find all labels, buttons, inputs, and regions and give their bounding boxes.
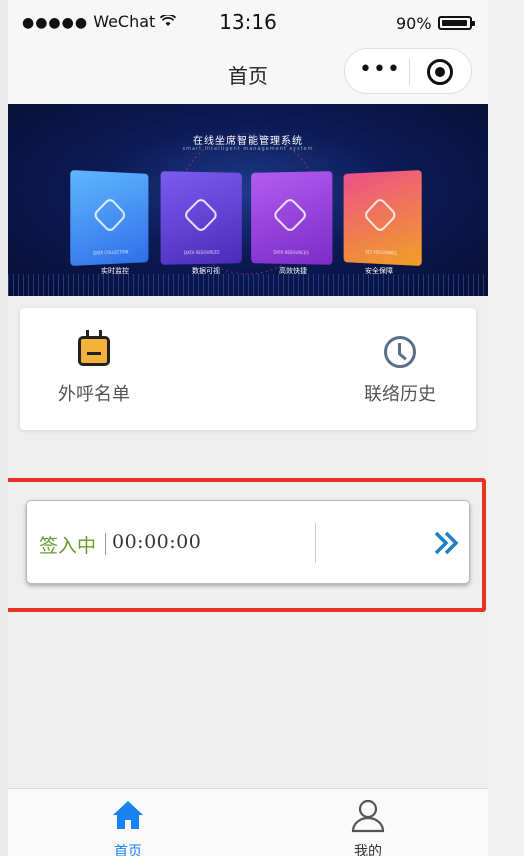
banner-image: 在线坐席智能管理系统 smart intelligent management …	[8, 104, 488, 296]
double-chevron-right-icon[interactable]	[433, 529, 461, 557]
panel-caption: DATA RESOURCES	[184, 249, 220, 256]
tab-bar: 首页 我的	[8, 788, 488, 856]
home-icon	[110, 797, 146, 833]
banner-panel: KEY PERSONNEL	[343, 169, 422, 267]
phone-screen: ●●●●● WeChat 13:16 90% 首页 ••• 在线坐席智能管理系统…	[8, 0, 488, 856]
miniprogram-capsule: •••	[344, 48, 472, 94]
tab-mine[interactable]: 我的	[248, 789, 488, 856]
background-strip	[488, 0, 524, 856]
network-icon	[271, 196, 309, 234]
banner-subtitle: smart intelligent management system	[182, 146, 314, 152]
capsule-divider	[409, 59, 410, 85]
menu-item-label: 联络历史	[364, 384, 436, 405]
panel-label: 高效快捷	[279, 267, 307, 275]
signin-card[interactable]: 签入中 00:00:00	[26, 500, 470, 584]
panel-label: 安全保障	[365, 267, 393, 275]
calendar-list-icon	[78, 330, 110, 366]
card-divider	[315, 523, 316, 563]
signin-timer: 00:00:00	[112, 531, 202, 553]
panel-label: 数据可视	[192, 267, 220, 275]
tab-label: 我的	[354, 844, 382, 856]
status-bar: ●●●●● WeChat 13:16 90%	[8, 0, 488, 42]
more-dots-icon[interactable]: •••	[359, 57, 401, 82]
menu-item-call-list[interactable]: 外呼名单	[34, 308, 154, 430]
panel-label: 实时监控	[101, 267, 129, 275]
shield-icon	[362, 196, 398, 234]
banner-floor	[8, 274, 488, 296]
menu-card: 外呼名单 联络历史	[20, 308, 476, 430]
panel-caption: DATA RESOURCES	[273, 249, 309, 256]
menu-item-label: 外呼名单	[58, 384, 130, 405]
camera-icon	[92, 196, 128, 234]
clock-history-icon	[384, 336, 416, 368]
target-circle-icon[interactable]	[427, 59, 453, 85]
tab-home[interactable]: 首页	[8, 789, 248, 856]
user-icon	[350, 797, 386, 833]
status-divider	[105, 533, 106, 555]
panel-caption: KEY PERSONNEL	[365, 249, 397, 256]
tab-label: 首页	[114, 844, 142, 856]
nav-bar: 首页 •••	[8, 42, 488, 104]
menu-item-contact-history[interactable]: 联络历史	[340, 308, 460, 430]
battery-percent: 90%	[396, 14, 432, 33]
banner-title: 在线坐席智能管理系统	[193, 136, 303, 147]
banner-panel: DATA RESOURCES	[160, 171, 242, 265]
battery-icon	[438, 16, 475, 30]
bar-chart-icon	[182, 196, 220, 234]
signin-status: 签入中	[39, 535, 97, 557]
banner-panel: DATA RESOURCES	[251, 171, 333, 265]
panel-caption: DATA COLLECTION	[93, 249, 129, 256]
banner-panel: DATA COLLECTION	[70, 169, 149, 267]
